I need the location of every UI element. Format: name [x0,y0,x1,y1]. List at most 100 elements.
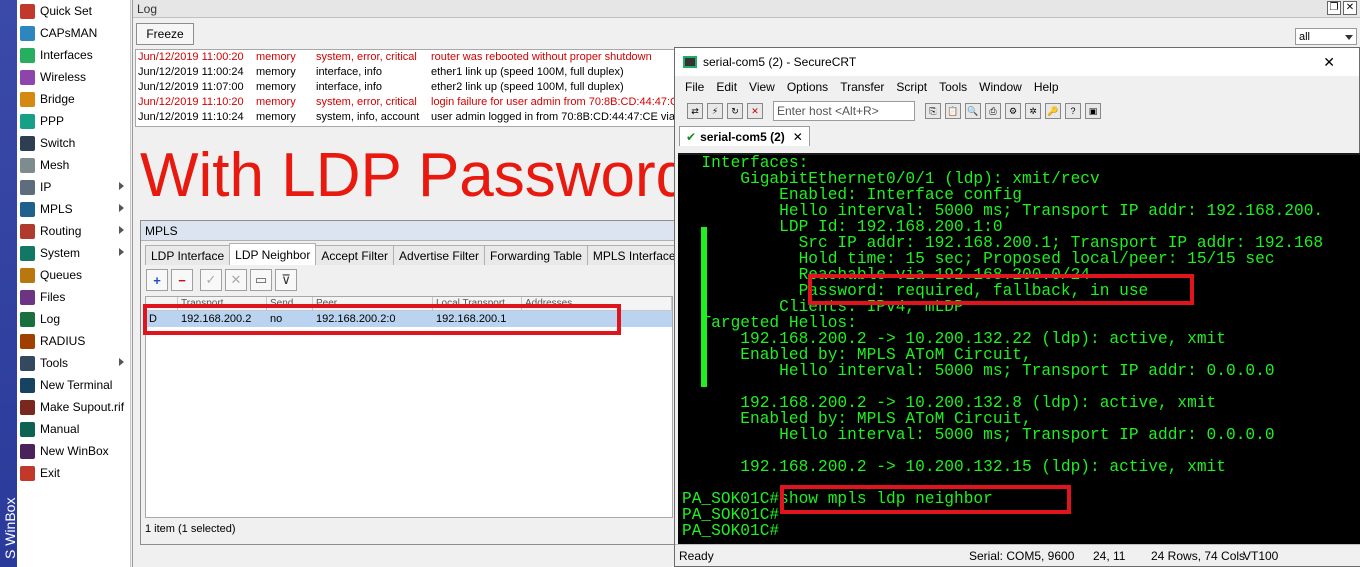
log-buffer: memory [256,111,296,123]
log-message: ether1 link up (speed 100M, full duplex) [431,66,624,78]
sidebar-item-wireless[interactable]: Wireless [17,66,130,88]
copy-icon[interactable]: ⎘ [925,103,941,119]
sidebar-item-label: Quick Set [40,4,93,18]
routing-icon [20,223,35,239]
terminal-screen[interactable]: Interfaces: GigabitEthernet0/0/1 (ldp): … [678,153,1360,545]
column-header[interactable]: Peer [313,297,433,310]
column-header[interactable] [146,297,178,310]
filter-icon[interactable]: ⊽ [275,269,297,291]
sidebar-item-new-terminal[interactable]: New Terminal [17,374,130,396]
sidebar-item-files[interactable]: Files [17,286,130,308]
log-filter-select[interactable]: all [1295,28,1357,45]
quick-connect-icon[interactable]: ⚡ [707,103,723,119]
restore-icon[interactable]: ❐ [1327,1,1341,15]
menu-file[interactable]: File [685,80,704,94]
reconnect-icon[interactable]: ↻ [727,103,743,119]
sidebar-item-mesh[interactable]: Mesh [17,154,130,176]
log-row[interactable]: Jun/12/2019 11:07:00 memory interface, inf… [136,80,674,95]
table-row[interactable]: D 192.168.200.2 no 192.168.200.2:0 192.168.2… [146,311,672,327]
comment-icon[interactable]: ▭ [250,269,272,291]
add-icon[interactable]: + [146,269,168,291]
mpls-status-text: 1 item (1 selected) [145,523,236,535]
sidebar-item-routing[interactable]: Routing [17,220,130,242]
sidebar-item-switch[interactable]: Switch [17,132,130,154]
sidebar-item-system[interactable]: System [17,242,130,264]
column-header[interactable]: Send ... [267,297,313,310]
sidebar-item-capsman[interactable]: CAPsMAN [17,22,130,44]
keymap-icon[interactable]: 🔑 [1045,103,1061,119]
close-tab-icon[interactable]: ✕ [793,130,803,144]
host-input[interactable]: Enter host <Alt+R> [773,101,915,121]
global-options-icon[interactable]: ✲ [1025,103,1041,119]
menu-transfer[interactable]: Transfer [840,80,884,94]
close-icon[interactable]: ✕ [1323,54,1335,71]
freeze-button[interactable]: Freeze [136,23,194,45]
log-row[interactable]: Jun/12/2019 11:10:20 memory system, error,… [136,95,674,110]
sidebar-item-log[interactable]: Log [17,308,130,330]
tab-ldp-interface[interactable]: LDP Interface [145,245,231,265]
tab-serial-com5[interactable]: ✔ serial-com5 (2) ✕ [679,126,810,146]
cell-send: no [270,313,283,325]
tab-advertise-filter[interactable]: Advertise Filter [393,245,486,265]
close-icon[interactable]: ✕ [1343,1,1357,15]
menu-view[interactable]: View [749,80,775,94]
disable-icon[interactable]: ✕ [225,269,247,291]
tab-forwarding-table[interactable]: Forwarding Table [484,245,588,265]
status-cursor: 24, 11 [1093,549,1126,563]
enable-icon[interactable]: ✓ [200,269,222,291]
print-icon[interactable]: ⎙ [985,103,1001,119]
status-size: 24 Rows, 74 Cols [1151,549,1246,563]
sidebar-item-bridge[interactable]: Bridge [17,88,130,110]
tab-mpls-interface[interactable]: MPLS Interface [586,245,682,265]
sidebar-item-manual[interactable]: Manual [17,418,130,440]
sidebar-item-interfaces[interactable]: Interfaces [17,44,130,66]
log-row[interactable]: Jun/12/2019 11:00:24 memory interface, inf… [136,65,674,80]
find-icon[interactable]: 🔍 [965,103,981,119]
sidebar-item-quick-set[interactable]: Quick Set [17,0,130,22]
sidebar-item-exit[interactable]: Exit [17,462,130,484]
remove-icon[interactable]: − [171,269,193,291]
log-buffer: memory [256,66,296,78]
column-header[interactable]: Transport [178,297,267,310]
sidebar-item-queues[interactable]: Queues [17,264,130,286]
switch-icon [20,135,35,151]
sidebar-item-tools[interactable]: Tools [17,352,130,374]
log-window-buttons: ❐ ✕ [1327,1,1357,15]
log-title: Log [137,1,158,16]
terminal-line: Hello interval: 5000 ms; Transport IP ad… [682,362,1275,380]
log-message: login failure for user admin from 70:8B:… [431,96,674,108]
help-icon[interactable]: ? [1065,103,1081,119]
column-header[interactable]: Local Transport [433,297,522,310]
interfaces-icon [20,47,35,63]
menu-options[interactable]: Options [787,80,828,94]
tab-ldp-neighbor[interactable]: LDP Neighbor [229,243,317,265]
sidebar-item-make-supout-rif[interactable]: Make Supout.rif [17,396,130,418]
log-time: Jun/12/2019 11:00:20 [138,51,244,63]
sidebar-item-radius[interactable]: RADIUS [17,330,130,352]
tab-accept-filter[interactable]: Accept Filter [315,245,395,265]
winbox-side-strip: S WinBox [0,0,17,567]
paste-icon[interactable]: 📋 [945,103,961,119]
menu-script[interactable]: Script [896,80,927,94]
sidebar-item-label: IP [40,180,52,194]
log-row[interactable]: Jun/12/2019 11:10:24 memory system, info, … [136,110,674,125]
terminal-line: Interfaces: [682,154,809,172]
disconnect-icon[interactable]: ✕ [747,103,763,119]
ppp-icon [20,113,35,129]
sidebar-item-new-winbox[interactable]: New WinBox [17,440,130,462]
sidebar-item-mpls[interactable]: MPLS [17,198,130,220]
mpls-title: MPLS [145,223,178,238]
session-options-icon[interactable]: ⚙ [1005,103,1021,119]
sidebar-item-ppp[interactable]: PPP [17,110,130,132]
screenshot-icon[interactable]: ▣ [1085,103,1101,119]
sidebar-item-ip[interactable]: IP [17,176,130,198]
menu-window[interactable]: Window [979,80,1022,94]
menu-edit[interactable]: Edit [716,80,737,94]
sidebar-item-label: Exit [40,466,61,480]
menu-help[interactable]: Help [1034,80,1059,94]
menu-tools[interactable]: Tools [939,80,967,94]
connect-icon[interactable]: ⇄ [687,103,703,119]
log-row[interactable]: Jun/12/2019 11:00:20 memory system, error,… [136,50,674,65]
column-header[interactable]: Addresses [522,297,672,310]
